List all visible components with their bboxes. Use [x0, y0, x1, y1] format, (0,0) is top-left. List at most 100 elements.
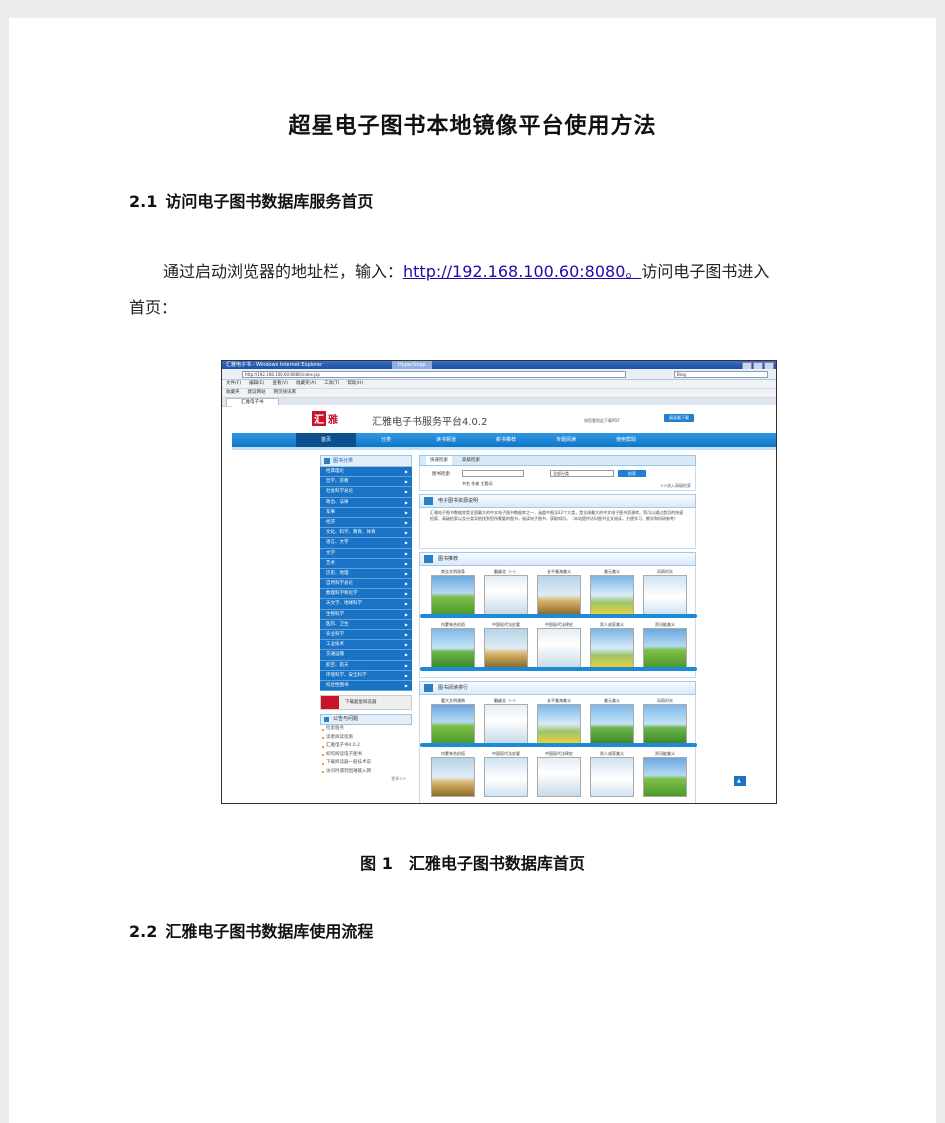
faq-item[interactable]: 读者阅读指南 [320, 734, 412, 743]
category-item[interactable]: 经济 [320, 518, 412, 529]
paragraph-text-tail: 访问电子图书进入 [641, 262, 770, 281]
book-card[interactable]: 内蒙林合伯塔 [430, 622, 476, 668]
faq-item[interactable]: 检索服务 [320, 725, 412, 734]
book-card[interactable]: 翻越北（一） [483, 698, 529, 744]
figure-caption: 图 1 汇雅电子图书数据库首页 [9, 850, 936, 874]
search-button[interactable]: 检索 [618, 470, 646, 477]
favorites-item[interactable]: 建议网站 [248, 390, 266, 395]
category-item[interactable]: 经典理论 [320, 467, 412, 478]
category-item[interactable]: 自然科学总论 [320, 579, 412, 590]
book-cover [537, 704, 581, 744]
category-item[interactable]: 航空、航天 [320, 661, 412, 671]
recommend-title: 图书推荐 [419, 552, 696, 566]
tab-advanced-search[interactable]: 高级检索 [462, 456, 480, 465]
category-item[interactable]: 工业技术 [320, 640, 412, 651]
category-item[interactable]: 环境科学、安全科学 [320, 671, 412, 681]
browser-search-input[interactable]: Bing [674, 371, 768, 378]
tab-quick-search[interactable]: 快速检索 [426, 456, 452, 465]
nav-help[interactable]: 使用帮助 [596, 433, 656, 447]
faq-item[interactable]: 汇雅电子书4.0.2 [320, 742, 412, 751]
document-title: 超星电子图书本地镜像平台使用方法 [288, 114, 657, 139]
book-card[interactable]: 男人成家美义 [589, 751, 635, 797]
category-item[interactable]: 哲学、宗教 [320, 477, 412, 488]
shelf-bar [420, 743, 697, 747]
faq-item[interactable]: 下载阅读器一般技术说 [320, 759, 412, 768]
section-number: 2.2 [129, 922, 158, 941]
menu-edit[interactable]: 编辑(E) [249, 381, 264, 386]
category-item[interactable]: 医药、卫生 [320, 620, 412, 630]
book-card[interactable]: 重大文明通典 [430, 698, 476, 744]
back-to-top-icon[interactable] [734, 776, 746, 786]
category-item[interactable]: 农业科学 [320, 630, 412, 641]
site-nav: 首页 分类 读书频道 新书推荐 专题阅读 使用帮助 [232, 433, 776, 447]
book-card[interactable]: 长平美海美义 [536, 569, 582, 615]
shelf-bar [420, 667, 697, 671]
book-card[interactable]: 中国现代法律史 [536, 622, 582, 668]
menu-view[interactable]: 查看(V) [272, 381, 288, 386]
book-card[interactable]: 男人成家美义 [589, 622, 635, 668]
book-cover [590, 704, 634, 744]
book-cover [643, 628, 687, 668]
paragraph-line-2: 首页： [129, 298, 178, 317]
category-item[interactable]: 历史、地理 [320, 569, 412, 580]
book-cover [537, 757, 581, 797]
browser-title-bar: 汇雅电子书 - Windows Internet Explorer HyperS… [222, 361, 776, 370]
book-card[interactable]: 翻越北（一） [483, 569, 529, 615]
browser-menu-bar: 文件(F) 编辑(E) 查看(V) 收藏夹(A) 工具(T) 帮助(H) [222, 380, 776, 389]
advanced-search-link[interactable]: >>进入高级检索 [660, 483, 691, 489]
search-input[interactable] [462, 470, 524, 477]
book-card[interactable]: 中国现代法史要 [483, 622, 529, 668]
book-card[interactable]: 中国现代法史要 [483, 751, 529, 797]
book-card[interactable]: 资讯能美义 [642, 751, 688, 797]
favorites-bar: 收藏夹 建议网站 网页快讯库 [222, 389, 776, 398]
nav-new-books[interactable]: 新书推荐 [476, 433, 536, 447]
menu-favorites[interactable]: 收藏夹(A) [296, 381, 316, 386]
book-card[interactable]: 长平美海美义 [536, 698, 582, 744]
nav-divider [232, 447, 776, 450]
search-field-radios[interactable]: 书名 作者 主题词 [462, 481, 493, 487]
book-card[interactable]: 商业文明改革 [430, 569, 476, 615]
server-link[interactable]: http://192.168.100.60:8080。 [403, 262, 641, 281]
category-item[interactable]: 语言、文字 [320, 538, 412, 549]
address-input[interactable]: http://192.168.100.60:8080/index.jsp [242, 371, 626, 378]
category-item[interactable]: 文学 [320, 549, 412, 559]
category-item[interactable]: 政治、法律 [320, 498, 412, 508]
menu-file[interactable]: 文件(F) [226, 381, 241, 386]
menu-help[interactable]: 帮助(H) [347, 381, 363, 386]
reader-download-banner[interactable]: 下载超星阅览器 [320, 695, 412, 711]
faq-item[interactable]: 访问时遇到困难输入网 [320, 768, 412, 777]
intro-text: 汇雅电子图书数据库是全国最大的中文电子图书数据库之一，涵盖中图法22个大类，是全… [419, 508, 696, 549]
favorites-item[interactable]: 网页快讯库 [274, 390, 297, 395]
book-cover [643, 757, 687, 797]
category-item[interactable]: 军事 [320, 508, 412, 518]
download-reader-button[interactable]: 阅读器下载 [664, 414, 694, 422]
category-item[interactable]: 艺术 [320, 559, 412, 569]
book-card[interactable]: 美元美义 [589, 569, 635, 615]
book-card[interactable]: 风雨时光 [642, 698, 688, 744]
category-item[interactable]: 综合性图书 [320, 681, 412, 692]
left-column: 图书分类 经典理论 哲学、宗教 社会科学总论 政治、法律 军事 经济 文化、科学… [320, 455, 412, 782]
category-item[interactable]: 天文学、地球科学 [320, 599, 412, 610]
faq-item[interactable]: 如何阅读电子图书 [320, 751, 412, 760]
faq-more-link[interactable]: 更多>> [320, 776, 412, 782]
book-card[interactable]: 中国现代法律史 [536, 751, 582, 797]
favorites-item[interactable]: 收藏夹 [226, 390, 240, 395]
category-item[interactable]: 交通运输 [320, 650, 412, 661]
book-card[interactable]: 内蒙林合伯塔 [430, 751, 476, 797]
nav-home[interactable]: 首页 [296, 433, 356, 447]
category-select[interactable]: 全部分类 [550, 470, 614, 477]
book-card[interactable]: 资讯能美义 [642, 622, 688, 668]
nav-reading[interactable]: 读书频道 [416, 433, 476, 447]
book-card[interactable]: 风雨时光 [642, 569, 688, 615]
search-label: 图书检索 [432, 472, 450, 477]
book-card[interactable]: 美元美义 [589, 698, 635, 744]
category-item[interactable]: 生物科学 [320, 610, 412, 620]
window-title: 汇雅电子书 - Windows Internet Explorer [226, 362, 323, 368]
category-item[interactable]: 文化、科学、教育、体育 [320, 528, 412, 539]
section-number: 2.1 [129, 192, 158, 211]
nav-topics[interactable]: 专题阅读 [536, 433, 596, 447]
nav-category[interactable]: 分类 [356, 433, 416, 447]
category-item[interactable]: 数理科学和化学 [320, 589, 412, 600]
menu-tools[interactable]: 工具(T) [324, 381, 339, 386]
category-item[interactable]: 社会科学总论 [320, 487, 412, 498]
